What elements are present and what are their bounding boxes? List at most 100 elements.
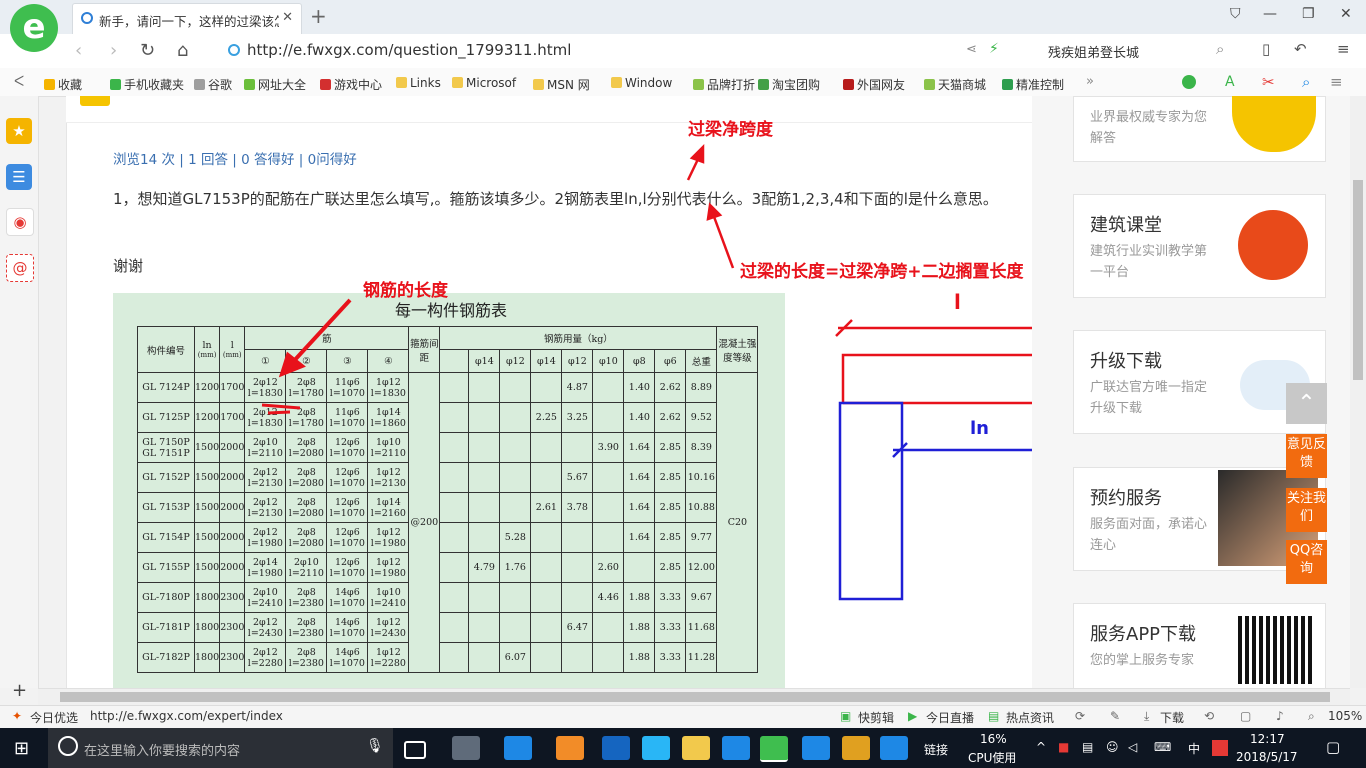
chrome-like-app-icon[interactable] [556,736,584,760]
file-explorer-app-icon[interactable] [682,736,710,760]
browser-app-icon[interactable] [760,736,788,762]
close-window-icon[interactable]: ✕ [1340,6,1352,22]
taskbar-search[interactable]: 在这里输入你要搜索的内容 🎙 [48,728,393,768]
more-bookmarks-icon[interactable]: » [1086,74,1094,89]
gift-icon[interactable]: ■ [1058,740,1069,754]
speed-icon[interactable]: ⚡ [989,41,999,57]
edge-app-icon[interactable] [602,736,630,760]
bookmark-item[interactable]: 谷歌 [194,76,232,93]
vertical-scrollbar[interactable] [1350,96,1366,688]
zoom-level[interactable]: 105% [1328,709,1362,723]
horizontal-scroll-thumb[interactable] [60,692,1330,702]
favorites-icon[interactable]: ★ [6,118,32,144]
reload-icon[interactable]: ↻ [140,40,155,61]
ie-app-icon[interactable] [504,736,532,760]
pin-icon[interactable]: ✎ [1110,709,1120,723]
more-tools-icon[interactable]: ≡ [1330,73,1343,91]
download-link[interactable]: 下载 [1160,709,1184,726]
today-picks-link[interactable]: 今日优选 [30,709,78,726]
clock-date[interactable]: 2018/5/17 [1236,750,1298,764]
internet-explorer-app-icon[interactable] [642,736,670,760]
search-icon[interactable]: ⌕ [1216,40,1224,58]
bookmark-item[interactable]: Links [396,76,441,90]
tab-active[interactable]: 新手，请问一下，这样的过梁该怎么 ✕ [72,3,302,35]
people-icon[interactable]: ☺ [1106,740,1119,754]
bookmark-item[interactable]: MSN 网 [533,76,590,93]
money-icon[interactable] [1182,75,1196,89]
tray-expand-icon[interactable]: ^ [1036,740,1046,754]
quick-edit-link[interactable]: 快剪辑 [858,709,894,726]
bookmark-item[interactable]: 收藏 [44,76,82,93]
zoom-tool-icon[interactable]: ⌕ [1302,73,1310,91]
email-icon[interactable]: @ [6,254,34,282]
today-picks-icon[interactable]: ✦ [12,709,22,723]
forward-icon[interactable]: › [110,40,117,61]
cell-usage: 12.00 [685,552,718,583]
bookmark-item[interactable]: 手机收藏夹 [110,76,184,93]
zoom-icon[interactable]: ⌕ [1308,709,1315,724]
undo-icon[interactable]: ↶ [1294,40,1307,58]
shirt-icon[interactable]: ⛉ [1230,6,1241,22]
windows-start-icon[interactable]: ⊞ [14,738,29,759]
bookmark-item[interactable]: 天猫商城 [924,76,986,93]
sogou-icon[interactable] [1212,740,1228,756]
bookmark-item[interactable]: Window [611,76,672,90]
back-to-top-icon[interactable]: ⌃ [1286,383,1327,424]
bookmark-item[interactable]: 外国网友 [843,76,905,93]
network-icon[interactable]: ▤ [1082,740,1093,754]
news-link[interactable]: 热点资讯 [1006,709,1054,726]
cell-usage: 1.64 [623,492,656,523]
mute-icon[interactable]: ♪ [1276,709,1284,723]
cell-l: 2000 [219,552,246,583]
history-icon[interactable]: ⟳ [1075,709,1085,723]
cleanup-icon[interactable]: ⟲ [1204,709,1214,723]
bookmark-item[interactable]: 网址大全 [244,76,306,93]
keyboard-icon[interactable]: ⌨ [1154,740,1171,754]
bookmark-item[interactable]: 淘宝团购 [758,76,820,93]
vertical-scroll-thumb[interactable] [1353,180,1363,380]
scissors-icon[interactable]: ✂ [1262,73,1275,91]
cell-bar: 1φ12 l=1830 [367,372,410,403]
share-icon[interactable]: ⋖ [966,42,977,57]
window-icon[interactable]: ▢ [1240,709,1251,723]
links-toolbar[interactable]: 链接 [924,741,948,758]
pinwheel-app-icon[interactable] [452,736,480,760]
new-tab-button[interactable]: + [310,4,327,28]
home-icon[interactable]: ⌂ [177,40,188,61]
live-link[interactable]: 今日直播 [926,709,974,726]
glodon-app-icon[interactable] [722,736,750,760]
horizontal-scrollbar[interactable] [38,688,1350,706]
url-field[interactable]: http://e.fwxgx.com/question_1799311.html [223,38,943,62]
bookmark-item[interactable]: 游戏中心 [320,76,382,93]
task-view-icon[interactable] [404,741,426,759]
qq-consult-button[interactable]: QQ咨询 [1286,540,1327,584]
follow-us-button[interactable]: 关注我们 [1286,488,1327,532]
reading-list-icon[interactable]: ☰ [6,164,32,190]
bookmark-item[interactable]: Microsof [452,76,516,90]
menu-icon[interactable]: ≡ [1337,40,1350,58]
search-box[interactable]: 残疾姐弟登长城 [1048,42,1139,61]
phone-icon[interactable]: ▯ [1262,40,1270,58]
bookmark-item[interactable]: 品牌打折 [693,76,755,93]
browser-logo-icon[interactable]: e [10,4,58,52]
ime-indicator[interactable]: 中 [1188,740,1200,757]
weibo-icon[interactable]: ◉ [6,208,34,236]
bookmark-item[interactable]: 精准控制 [1002,76,1064,93]
dim-l-label: l [954,290,961,314]
microphone-icon[interactable]: 🎙 [366,738,384,754]
photo-app-icon[interactable] [880,736,908,760]
add-icon[interactable]: + [12,680,27,701]
restore-icon[interactable]: ❐ [1302,6,1315,22]
back-icon[interactable]: ‹ [75,40,82,61]
clock-time[interactable]: 12:17 [1250,732,1285,746]
question-stats[interactable]: 浏览14 次 | 1 回答 | 0 答得好 | 0问得好 [113,148,357,168]
minimize-icon[interactable]: — [1263,6,1277,22]
notes-app-icon[interactable] [842,736,870,760]
notification-icon[interactable]: ▢ [1326,738,1340,756]
feedback-button[interactable]: 意见反馈 [1286,434,1327,478]
volume-icon[interactable]: ◁ [1128,740,1137,754]
add-app-icon[interactable] [802,736,830,760]
sidebar-toggle-icon[interactable]: ᐸ [14,74,24,90]
tab-close-icon[interactable]: ✕ [282,10,293,25]
translate-icon[interactable]: A [1225,74,1235,90]
